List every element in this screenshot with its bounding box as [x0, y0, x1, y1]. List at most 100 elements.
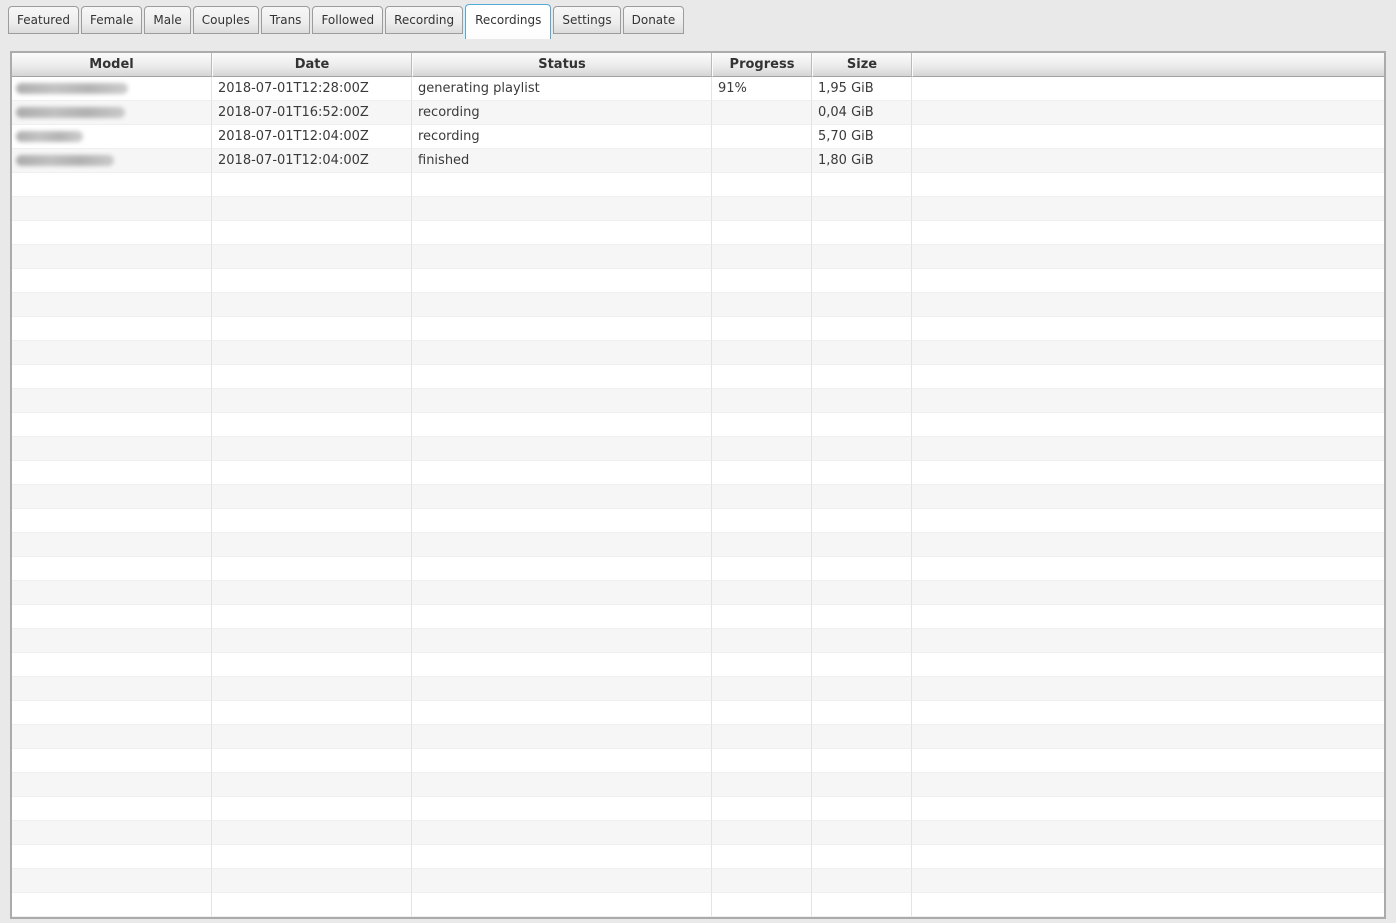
cell-model-empty	[12, 845, 212, 869]
cell-blank	[912, 341, 1384, 365]
empty-row	[12, 557, 1384, 581]
cell-model	[12, 149, 212, 173]
cell-blank	[912, 461, 1384, 485]
cell-status: recording	[412, 125, 712, 149]
cell-model-empty	[12, 173, 212, 197]
cell-model-empty	[12, 365, 212, 389]
cell-model-empty	[12, 677, 212, 701]
redacted-model-name	[16, 83, 128, 94]
cell-progress-empty	[712, 677, 812, 701]
cell-model-empty	[12, 749, 212, 773]
cell-date-empty	[212, 773, 412, 797]
cell-date-empty	[212, 653, 412, 677]
tab-featured[interactable]: Featured	[8, 6, 79, 34]
cell-status-empty	[412, 317, 712, 341]
cell-model-empty	[12, 821, 212, 845]
cell-blank	[912, 245, 1384, 269]
header-row: Model Date Status Progress Size	[12, 53, 1384, 77]
cell-blank	[912, 533, 1384, 557]
cell-blank	[912, 821, 1384, 845]
cell-date-empty	[212, 845, 412, 869]
cell-progress-empty	[712, 749, 812, 773]
cell-size-empty	[812, 629, 912, 653]
cell-status-empty	[412, 509, 712, 533]
cell-size: 0,04 GiB	[812, 101, 912, 125]
cell-size-empty	[812, 485, 912, 509]
cell-blank	[912, 677, 1384, 701]
cell-size-empty	[812, 413, 912, 437]
empty-row	[12, 293, 1384, 317]
tab-couples[interactable]: Couples	[192, 6, 259, 34]
empty-row	[12, 173, 1384, 197]
cell-progress-empty	[712, 821, 812, 845]
table-body: 2018-07-01T12:28:00Z generating playlist 9…	[12, 77, 1384, 917]
empty-row	[12, 533, 1384, 557]
cell-status-empty	[412, 461, 712, 485]
cell-model-empty	[12, 269, 212, 293]
tab-recording[interactable]: Recording	[385, 6, 464, 34]
tab-recordings[interactable]: Recordings	[465, 4, 552, 39]
cell-status-empty	[412, 797, 712, 821]
tab-donate[interactable]: Donate	[622, 6, 685, 34]
tab-followed[interactable]: Followed	[312, 6, 384, 34]
cell-size-empty	[812, 269, 912, 293]
cell-progress-empty	[712, 797, 812, 821]
table-row[interactable]: 2018-07-01T12:04:00Z recording 5,70 GiB	[12, 125, 1384, 149]
table-row[interactable]: 2018-07-01T16:52:00Z recording 0,04 GiB	[12, 101, 1384, 125]
redacted-model-name	[16, 131, 83, 142]
empty-row	[12, 317, 1384, 341]
empty-row	[12, 677, 1384, 701]
cell-progress-empty	[712, 509, 812, 533]
cell-size-empty	[812, 605, 912, 629]
cell-size-empty	[812, 173, 912, 197]
tab-settings[interactable]: Settings	[553, 6, 621, 34]
column-header-status[interactable]: Status	[412, 53, 712, 77]
cell-status-empty	[412, 821, 712, 845]
cell-progress: 91%	[712, 77, 812, 101]
cell-blank	[912, 581, 1384, 605]
cell-blank	[912, 557, 1384, 581]
cell-progress-empty	[712, 869, 812, 893]
column-header-model[interactable]: Model	[12, 53, 212, 77]
cell-size-empty	[812, 725, 912, 749]
cell-blank	[912, 437, 1384, 461]
empty-row	[12, 485, 1384, 509]
cell-size-empty	[812, 461, 912, 485]
cell-date-empty	[212, 821, 412, 845]
cell-date-empty	[212, 533, 412, 557]
cell-progress-empty	[712, 533, 812, 557]
tab-trans[interactable]: Trans	[260, 6, 311, 34]
cell-blank	[912, 485, 1384, 509]
empty-row	[12, 653, 1384, 677]
cell-blank	[912, 893, 1384, 917]
cell-model-empty	[12, 893, 212, 917]
cell-progress-empty	[712, 893, 812, 917]
cell-model-empty	[12, 869, 212, 893]
cell-blank	[912, 317, 1384, 341]
cell-model-empty	[12, 653, 212, 677]
cell-blank	[912, 149, 1384, 173]
empty-row	[12, 797, 1384, 821]
cell-model-empty	[12, 773, 212, 797]
empty-row	[12, 701, 1384, 725]
cell-status-empty	[412, 701, 712, 725]
table-row[interactable]: 2018-07-01T12:04:00Z finished 1,80 GiB	[12, 149, 1384, 173]
cell-status-empty	[412, 389, 712, 413]
column-header-progress[interactable]: Progress	[712, 53, 812, 77]
cell-status-empty	[412, 869, 712, 893]
cell-blank	[912, 413, 1384, 437]
column-header-size[interactable]: Size	[812, 53, 912, 77]
column-header-date[interactable]: Date	[212, 53, 412, 77]
tab-female[interactable]: Female	[80, 6, 143, 34]
column-header-blank[interactable]	[912, 53, 1384, 77]
cell-date-empty	[212, 677, 412, 701]
cell-progress-empty	[712, 221, 812, 245]
cell-model	[12, 125, 212, 149]
cell-blank	[912, 653, 1384, 677]
cell-date: 2018-07-01T12:04:00Z	[212, 125, 412, 149]
table-row[interactable]: 2018-07-01T12:28:00Z generating playlist 9…	[12, 77, 1384, 101]
cell-status: finished	[412, 149, 712, 173]
cell-size-empty	[812, 797, 912, 821]
empty-row	[12, 245, 1384, 269]
tab-male[interactable]: Male	[144, 6, 191, 34]
